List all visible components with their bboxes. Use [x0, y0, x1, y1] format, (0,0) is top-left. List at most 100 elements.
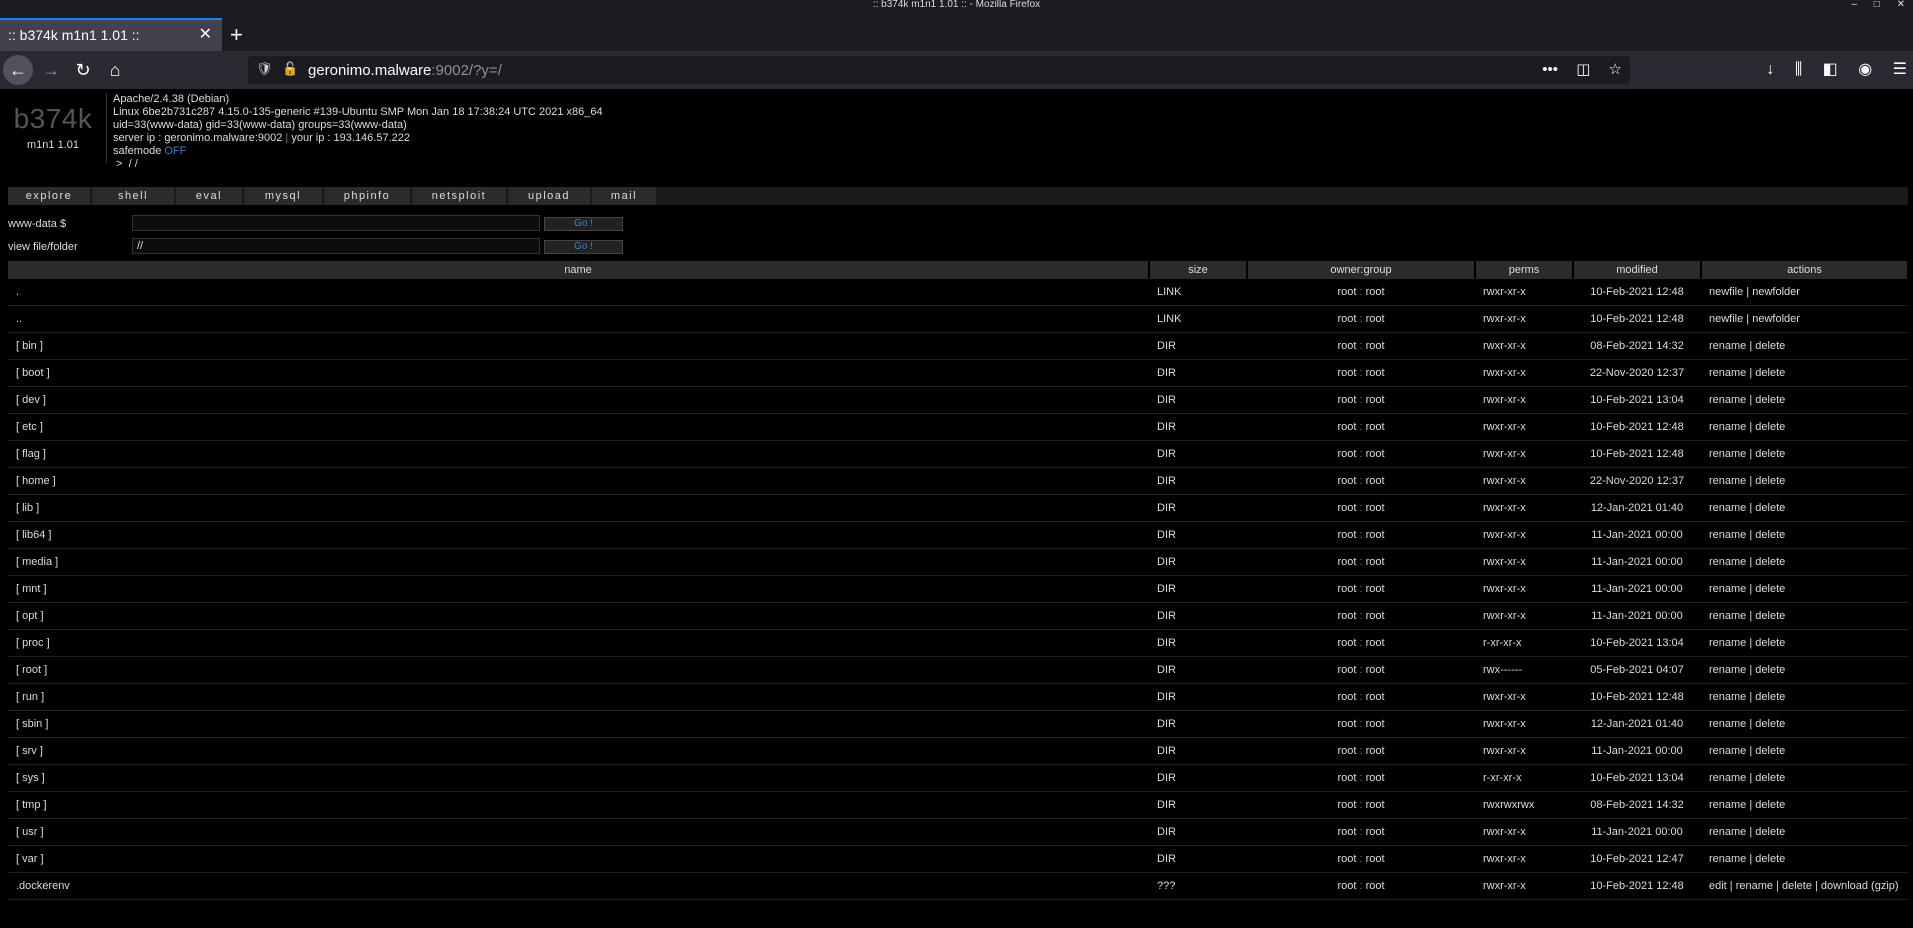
col-header-name[interactable]: name: [8, 261, 1150, 279]
file-name[interactable]: [ lib64 ]: [8, 521, 1149, 549]
file-perms[interactable]: rwxrwxrwx: [1475, 791, 1573, 819]
file-actions[interactable]: rename | delete: [1701, 629, 1908, 657]
file-perms[interactable]: r-xr-xr-x: [1475, 629, 1573, 657]
file-name[interactable]: [ lib ]: [8, 494, 1149, 522]
file-name[interactable]: [ etc ]: [8, 413, 1149, 441]
file-actions[interactable]: rename | delete: [1701, 386, 1908, 414]
view-path-input[interactable]: //: [132, 238, 540, 254]
file-actions[interactable]: rename | delete: [1701, 818, 1908, 846]
file-name[interactable]: .dockerenv: [8, 872, 1149, 900]
file-perms[interactable]: rwxr-xr-x: [1475, 359, 1573, 387]
file-modified[interactable]: 10-Feb-2021 13:04: [1573, 629, 1701, 657]
file-name[interactable]: [ proc ]: [8, 629, 1149, 657]
page-actions-icon[interactable]: •••: [1542, 61, 1558, 78]
file-perms[interactable]: rwx------: [1475, 656, 1573, 684]
file-perms[interactable]: rwxr-xr-x: [1475, 279, 1573, 306]
file-modified[interactable]: 10-Feb-2021 12:48: [1573, 279, 1701, 306]
file-modified[interactable]: 08-Feb-2021 14:32: [1573, 791, 1701, 819]
minimize-icon[interactable]: –: [1851, 0, 1857, 10]
file-actions[interactable]: rename | delete: [1701, 521, 1908, 549]
file-perms[interactable]: rwxr-xr-x: [1475, 818, 1573, 846]
menu-phpinfo[interactable]: phpinfo: [324, 187, 410, 205]
file-name[interactable]: [ mnt ]: [8, 575, 1149, 603]
file-perms[interactable]: rwxr-xr-x: [1475, 872, 1573, 900]
file-perms[interactable]: rwxr-xr-x: [1475, 494, 1573, 522]
col-header-modified[interactable]: modified: [1573, 261, 1702, 279]
sidebar-icon[interactable]: ◧: [1823, 61, 1838, 78]
file-perms[interactable]: rwxr-xr-x: [1475, 386, 1573, 414]
file-actions[interactable]: rename | delete: [1701, 548, 1908, 576]
file-actions[interactable]: rename | delete: [1701, 602, 1908, 630]
file-perms[interactable]: rwxr-xr-x: [1475, 548, 1573, 576]
file-modified[interactable]: 10-Feb-2021 12:48: [1573, 872, 1701, 900]
file-modified[interactable]: 12-Jan-2021 01:40: [1573, 494, 1701, 522]
url-text[interactable]: geronimo.malware:9002/?y=/: [308, 62, 502, 79]
file-actions[interactable]: rename | delete: [1701, 710, 1908, 738]
hamburger-menu-icon[interactable]: ☰: [1893, 61, 1907, 78]
file-actions[interactable]: rename | delete: [1701, 575, 1908, 603]
url-bar[interactable]: 🛡 🔓 geronimo.malware:9002/?y=/ ••• ◫ ☆: [248, 56, 1630, 84]
file-actions[interactable]: rename | delete: [1701, 764, 1908, 792]
file-modified[interactable]: 08-Feb-2021 14:32: [1573, 332, 1701, 360]
file-modified[interactable]: 11-Jan-2021 00:00: [1573, 548, 1701, 576]
file-actions[interactable]: rename | delete: [1701, 737, 1908, 765]
menu-mail[interactable]: mail: [592, 187, 656, 205]
file-modified[interactable]: 12-Jan-2021 01:40: [1573, 710, 1701, 738]
file-perms[interactable]: rwxr-xr-x: [1475, 413, 1573, 441]
file-actions[interactable]: rename | delete: [1701, 494, 1908, 522]
file-perms[interactable]: rwxr-xr-x: [1475, 710, 1573, 738]
file-modified[interactable]: 10-Feb-2021 13:04: [1573, 386, 1701, 414]
browser-tab[interactable]: :: b374k m1n1 1.01 :: ✕: [0, 18, 222, 51]
file-name[interactable]: [ run ]: [8, 683, 1149, 711]
file-actions[interactable]: newfile | newfolder: [1701, 305, 1908, 333]
file-modified[interactable]: 11-Jan-2021 00:00: [1573, 575, 1701, 603]
tracking-shield-icon[interactable]: 🛡: [256, 61, 273, 77]
col-header-actions[interactable]: actions: [1701, 261, 1909, 279]
file-modified[interactable]: 22-Nov-2020 12:37: [1573, 359, 1701, 387]
file-modified[interactable]: 10-Feb-2021 13:04: [1573, 764, 1701, 792]
file-modified[interactable]: 11-Jan-2021 00:00: [1573, 602, 1701, 630]
bookmark-star-icon[interactable]: ☆: [1609, 61, 1622, 78]
file-modified[interactable]: 11-Jan-2021 00:00: [1573, 818, 1701, 846]
file-name[interactable]: [ bin ]: [8, 332, 1149, 360]
file-name[interactable]: [ dev ]: [8, 386, 1149, 414]
file-name[interactable]: [ usr ]: [8, 818, 1149, 846]
library-icon[interactable]: ⫼: [1795, 61, 1802, 78]
file-actions[interactable]: newfile | newfolder: [1701, 279, 1908, 306]
pocket-icon[interactable]: ◫: [1576, 61, 1590, 78]
file-actions[interactable]: rename | delete: [1701, 467, 1908, 495]
file-perms[interactable]: rwxr-xr-x: [1475, 440, 1573, 468]
file-actions[interactable]: rename | delete: [1701, 845, 1908, 873]
file-name[interactable]: [ sys ]: [8, 764, 1149, 792]
maximize-icon[interactable]: □: [1874, 0, 1880, 10]
file-perms[interactable]: rwxr-xr-x: [1475, 737, 1573, 765]
file-name[interactable]: [ home ]: [8, 467, 1149, 495]
file-actions[interactable]: rename | delete: [1701, 359, 1908, 387]
file-modified[interactable]: 10-Feb-2021 12:48: [1573, 683, 1701, 711]
file-actions[interactable]: rename | delete: [1701, 332, 1908, 360]
forward-arrow-icon[interactable]: →: [36, 55, 66, 85]
file-perms[interactable]: rwxr-xr-x: [1475, 845, 1573, 873]
file-perms[interactable]: rwxr-xr-x: [1475, 683, 1573, 711]
file-name[interactable]: [ tmp ]: [8, 791, 1149, 819]
command-input[interactable]: [132, 215, 540, 231]
file-actions[interactable]: rename | delete: [1701, 791, 1908, 819]
insecure-lock-icon[interactable]: 🔓: [282, 61, 298, 77]
file-name[interactable]: [ sbin ]: [8, 710, 1149, 738]
file-modified[interactable]: 10-Feb-2021 12:48: [1573, 413, 1701, 441]
file-modified[interactable]: 22-Nov-2020 12:37: [1573, 467, 1701, 495]
file-actions[interactable]: rename | delete: [1701, 440, 1908, 468]
file-name[interactable]: [ opt ]: [8, 602, 1149, 630]
close-tab-icon[interactable]: ✕: [199, 20, 212, 50]
file-name[interactable]: [ srv ]: [8, 737, 1149, 765]
col-header-perms[interactable]: perms: [1475, 261, 1574, 279]
menu-netsploit[interactable]: netsploit: [412, 187, 506, 205]
menu-upload[interactable]: upload: [508, 187, 590, 205]
file-modified[interactable]: 10-Feb-2021 12:48: [1573, 440, 1701, 468]
file-modified[interactable]: 11-Jan-2021 00:00: [1573, 737, 1701, 765]
file-name[interactable]: [ media ]: [8, 548, 1149, 576]
current-path[interactable]: > / /: [113, 158, 603, 171]
back-arrow-icon[interactable]: ←: [3, 55, 33, 85]
file-actions[interactable]: edit | rename | delete | download (gzip): [1701, 872, 1908, 900]
file-modified[interactable]: 11-Jan-2021 00:00: [1573, 521, 1701, 549]
